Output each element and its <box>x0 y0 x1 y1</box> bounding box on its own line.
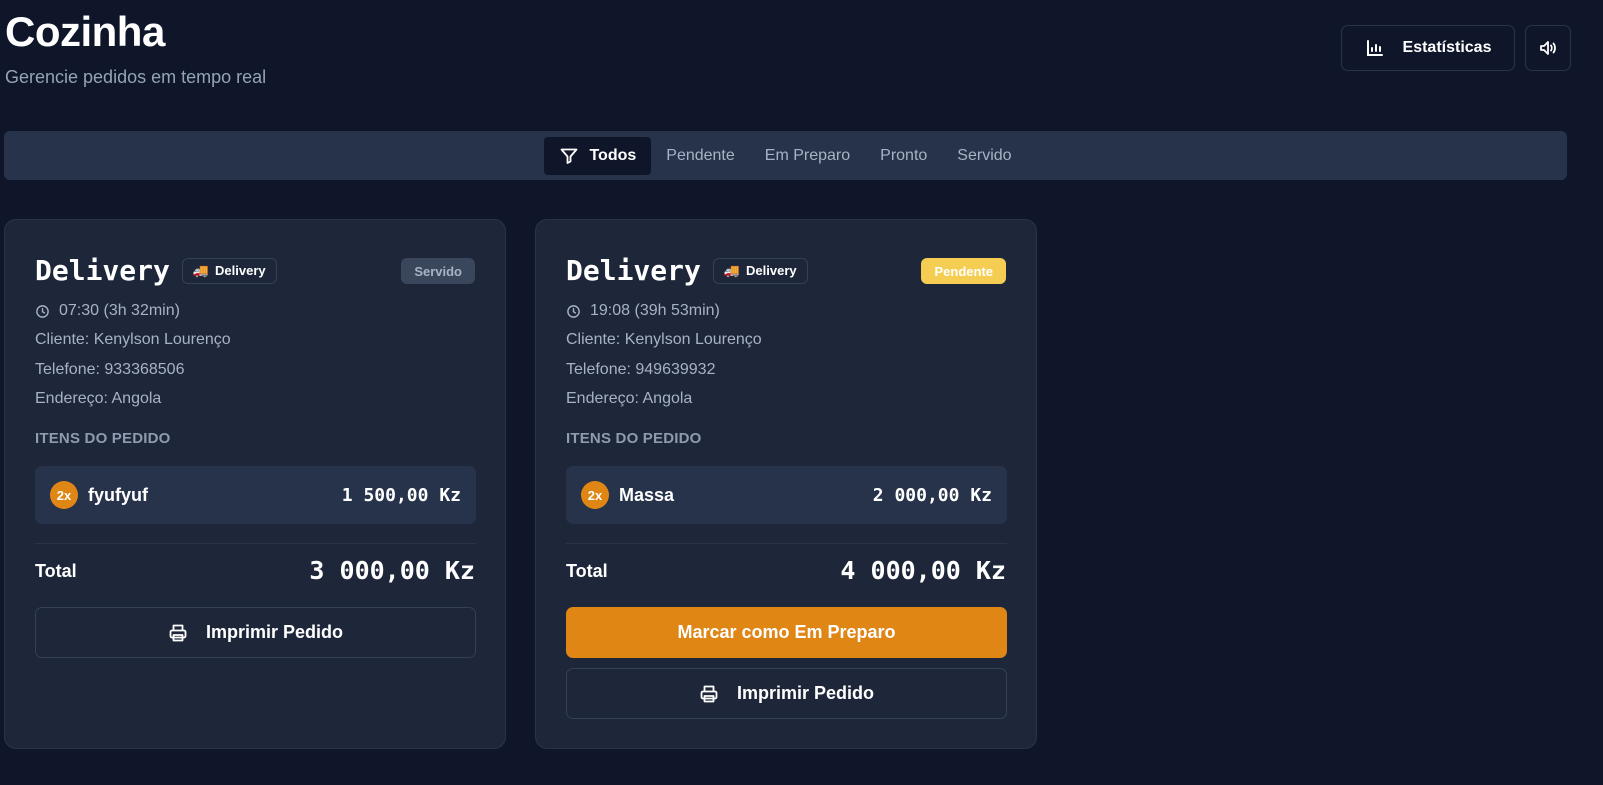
status-filter-bar: Todos Pendente Em Preparo Pronto Servido <box>4 131 1567 180</box>
item-name: fyufyuf <box>88 484 148 505</box>
items-section-label: ITENS DO PEDIDO <box>566 430 702 447</box>
tab-servido[interactable]: Servido <box>942 137 1026 175</box>
tab-label: Servido <box>957 146 1012 164</box>
order-header: Delivery 🚚 Delivery <box>566 254 808 287</box>
order-card: Delivery 🚚 Delivery Pendente 19:08 (39h … <box>535 219 1037 749</box>
order-time: 19:08 (39h 53min) <box>566 302 720 320</box>
order-header: Delivery 🚚 Delivery <box>35 254 277 287</box>
volume-icon <box>1538 38 1558 58</box>
tab-todos[interactable]: Todos <box>544 136 652 175</box>
order-client: Cliente: Kenylson Lourenço <box>35 331 231 348</box>
tab-pronto[interactable]: Pronto <box>865 137 942 175</box>
order-card: Delivery 🚚 Delivery Servido 07:30 (3h 32… <box>4 219 506 749</box>
order-type-label: Delivery <box>215 263 266 278</box>
print-order-button[interactable]: Imprimir Pedido <box>566 668 1007 719</box>
printer-icon <box>168 623 188 643</box>
print-label: Imprimir Pedido <box>205 622 344 642</box>
divider <box>566 543 1007 544</box>
kitchen-page: Cozinha Gerencie pedidos em tempo real E… <box>0 0 1603 785</box>
order-client: Cliente: Kenylson Lourenço <box>566 331 762 348</box>
divider <box>35 543 476 544</box>
page-subtitle: Gerencie pedidos em tempo real <box>5 67 267 87</box>
order-time: 07:30 (3h 32min) <box>35 302 180 320</box>
total-label: Total <box>35 561 77 581</box>
order-type-badge: 🚚 Delivery <box>181 257 277 284</box>
order-item: 2x fyufyuf 1 500,00 Kz <box>35 466 476 524</box>
order-address: Endereço: Angola <box>35 390 162 407</box>
item-name: Massa <box>619 484 675 505</box>
printer-icon <box>699 684 719 704</box>
item-price: 2 000,00 Kz <box>872 484 992 506</box>
item-quantity: 2x <box>581 481 609 509</box>
page-title: Cozinha <box>5 8 165 55</box>
tab-em-preparo[interactable]: Em Preparo <box>750 137 865 175</box>
filter-icon <box>559 146 579 166</box>
order-phone: Telefone: 933368506 <box>35 361 185 378</box>
truck-icon: 🚚 <box>192 262 210 278</box>
statistics-label: Estatísticas <box>1402 39 1492 56</box>
order-time-text: 19:08 (39h 53min) <box>590 302 720 319</box>
total-value: 3 000,00 Kz <box>309 556 475 585</box>
print-order-button[interactable]: Imprimir Pedido <box>35 607 476 658</box>
order-title: Delivery <box>35 254 170 287</box>
status-badge: Pendente <box>921 258 1006 284</box>
order-type-label: Delivery <box>746 263 797 278</box>
tab-label: Pendente <box>666 146 735 164</box>
total-label: Total <box>566 561 608 581</box>
clock-icon <box>566 304 581 319</box>
sound-toggle-button[interactable] <box>1525 25 1571 71</box>
mark-in-preparation-button[interactable]: Marcar como Em Preparo <box>566 607 1007 658</box>
truck-icon: 🚚 <box>723 262 741 278</box>
order-item: 2x Massa 2 000,00 Kz <box>566 466 1007 524</box>
status-badge: Servido <box>401 258 475 284</box>
bar-chart-icon <box>1365 38 1385 58</box>
order-address: Endereço: Angola <box>566 390 693 407</box>
items-section-label: ITENS DO PEDIDO <box>35 430 171 447</box>
tab-label: Em Preparo <box>764 146 851 164</box>
print-label: Imprimir Pedido <box>736 683 875 703</box>
order-type-badge: 🚚 Delivery <box>712 257 808 284</box>
tab-pendente[interactable]: Pendente <box>651 137 750 175</box>
statistics-button[interactable]: Estatísticas <box>1341 25 1515 71</box>
tab-label: Todos <box>589 146 637 164</box>
order-phone: Telefone: 949639932 <box>566 361 716 378</box>
order-title: Delivery <box>566 254 701 287</box>
clock-icon <box>35 304 50 319</box>
total-value: 4 000,00 Kz <box>840 556 1006 585</box>
item-quantity: 2x <box>50 481 78 509</box>
item-price: 1 500,00 Kz <box>341 484 461 506</box>
order-time-text: 07:30 (3h 32min) <box>59 302 180 319</box>
tab-label: Pronto <box>880 146 928 164</box>
